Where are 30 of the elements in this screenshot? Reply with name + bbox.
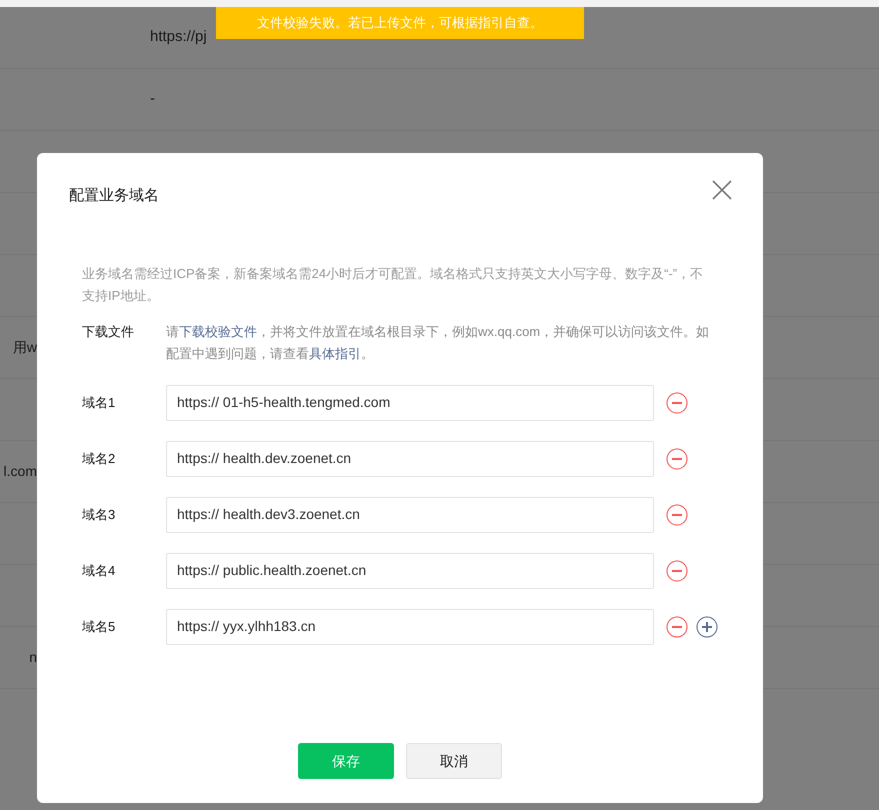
domain-input[interactable]: https:// health.dev.zoenet.cn	[166, 440, 654, 476]
notice-text: 业务域名需经过ICP备案，新备案域名需24小时后才可配置。域名格式只支持英文大小写字母、数字及“-”，不支持IP地址。	[82, 264, 704, 304]
toast-message: 文件校验失败。若已上传文件，可根据指引自查。	[216, 7, 584, 39]
download-instructions: 请下载校验文件，并将文件放置在域名根目录下，例如wx.qq.com，并确保可以访问该文件。如配置中遇到问题，请查看具体指引。	[166, 322, 710, 362]
remove-icon[interactable]	[666, 560, 688, 582]
download-label: 下载文件	[82, 322, 135, 340]
close-icon[interactable]	[711, 179, 733, 201]
cancel-button[interactable]: 取消	[406, 743, 502, 779]
domain-label: 域名5	[82, 618, 116, 636]
guide-link[interactable]: 具体指引	[309, 346, 361, 360]
remove-icon[interactable]	[666, 448, 688, 470]
background-text: n	[29, 649, 37, 665]
domain-label: 域名4	[82, 562, 116, 580]
domain-input[interactable]: https:// yyx.ylhh183.cn	[166, 608, 654, 644]
domain-label: 域名3	[82, 506, 116, 524]
domain-input[interactable]: https:// 01-h5-health.tengmed.com	[166, 384, 654, 420]
domain-label: 域名2	[82, 450, 116, 468]
background-text: l.com	[4, 463, 37, 479]
dialog-title: 配置业务域名	[69, 186, 159, 206]
domain-input[interactable]: https:// public.health.zoenet.cn	[166, 552, 654, 588]
add-icon[interactable]	[696, 616, 718, 638]
remove-icon[interactable]	[666, 392, 688, 414]
domain-input[interactable]: https:// health.dev3.zoenet.cn	[166, 496, 654, 532]
domain-label: 域名1	[82, 394, 116, 412]
remove-icon[interactable]	[666, 616, 688, 638]
background-cell-text: -	[150, 89, 155, 110]
remove-icon[interactable]	[666, 504, 688, 526]
background-text: 用w	[12, 339, 37, 355]
background-cell-text: https://pj	[150, 27, 207, 48]
download-link[interactable]: 下载校验文件	[179, 324, 257, 338]
